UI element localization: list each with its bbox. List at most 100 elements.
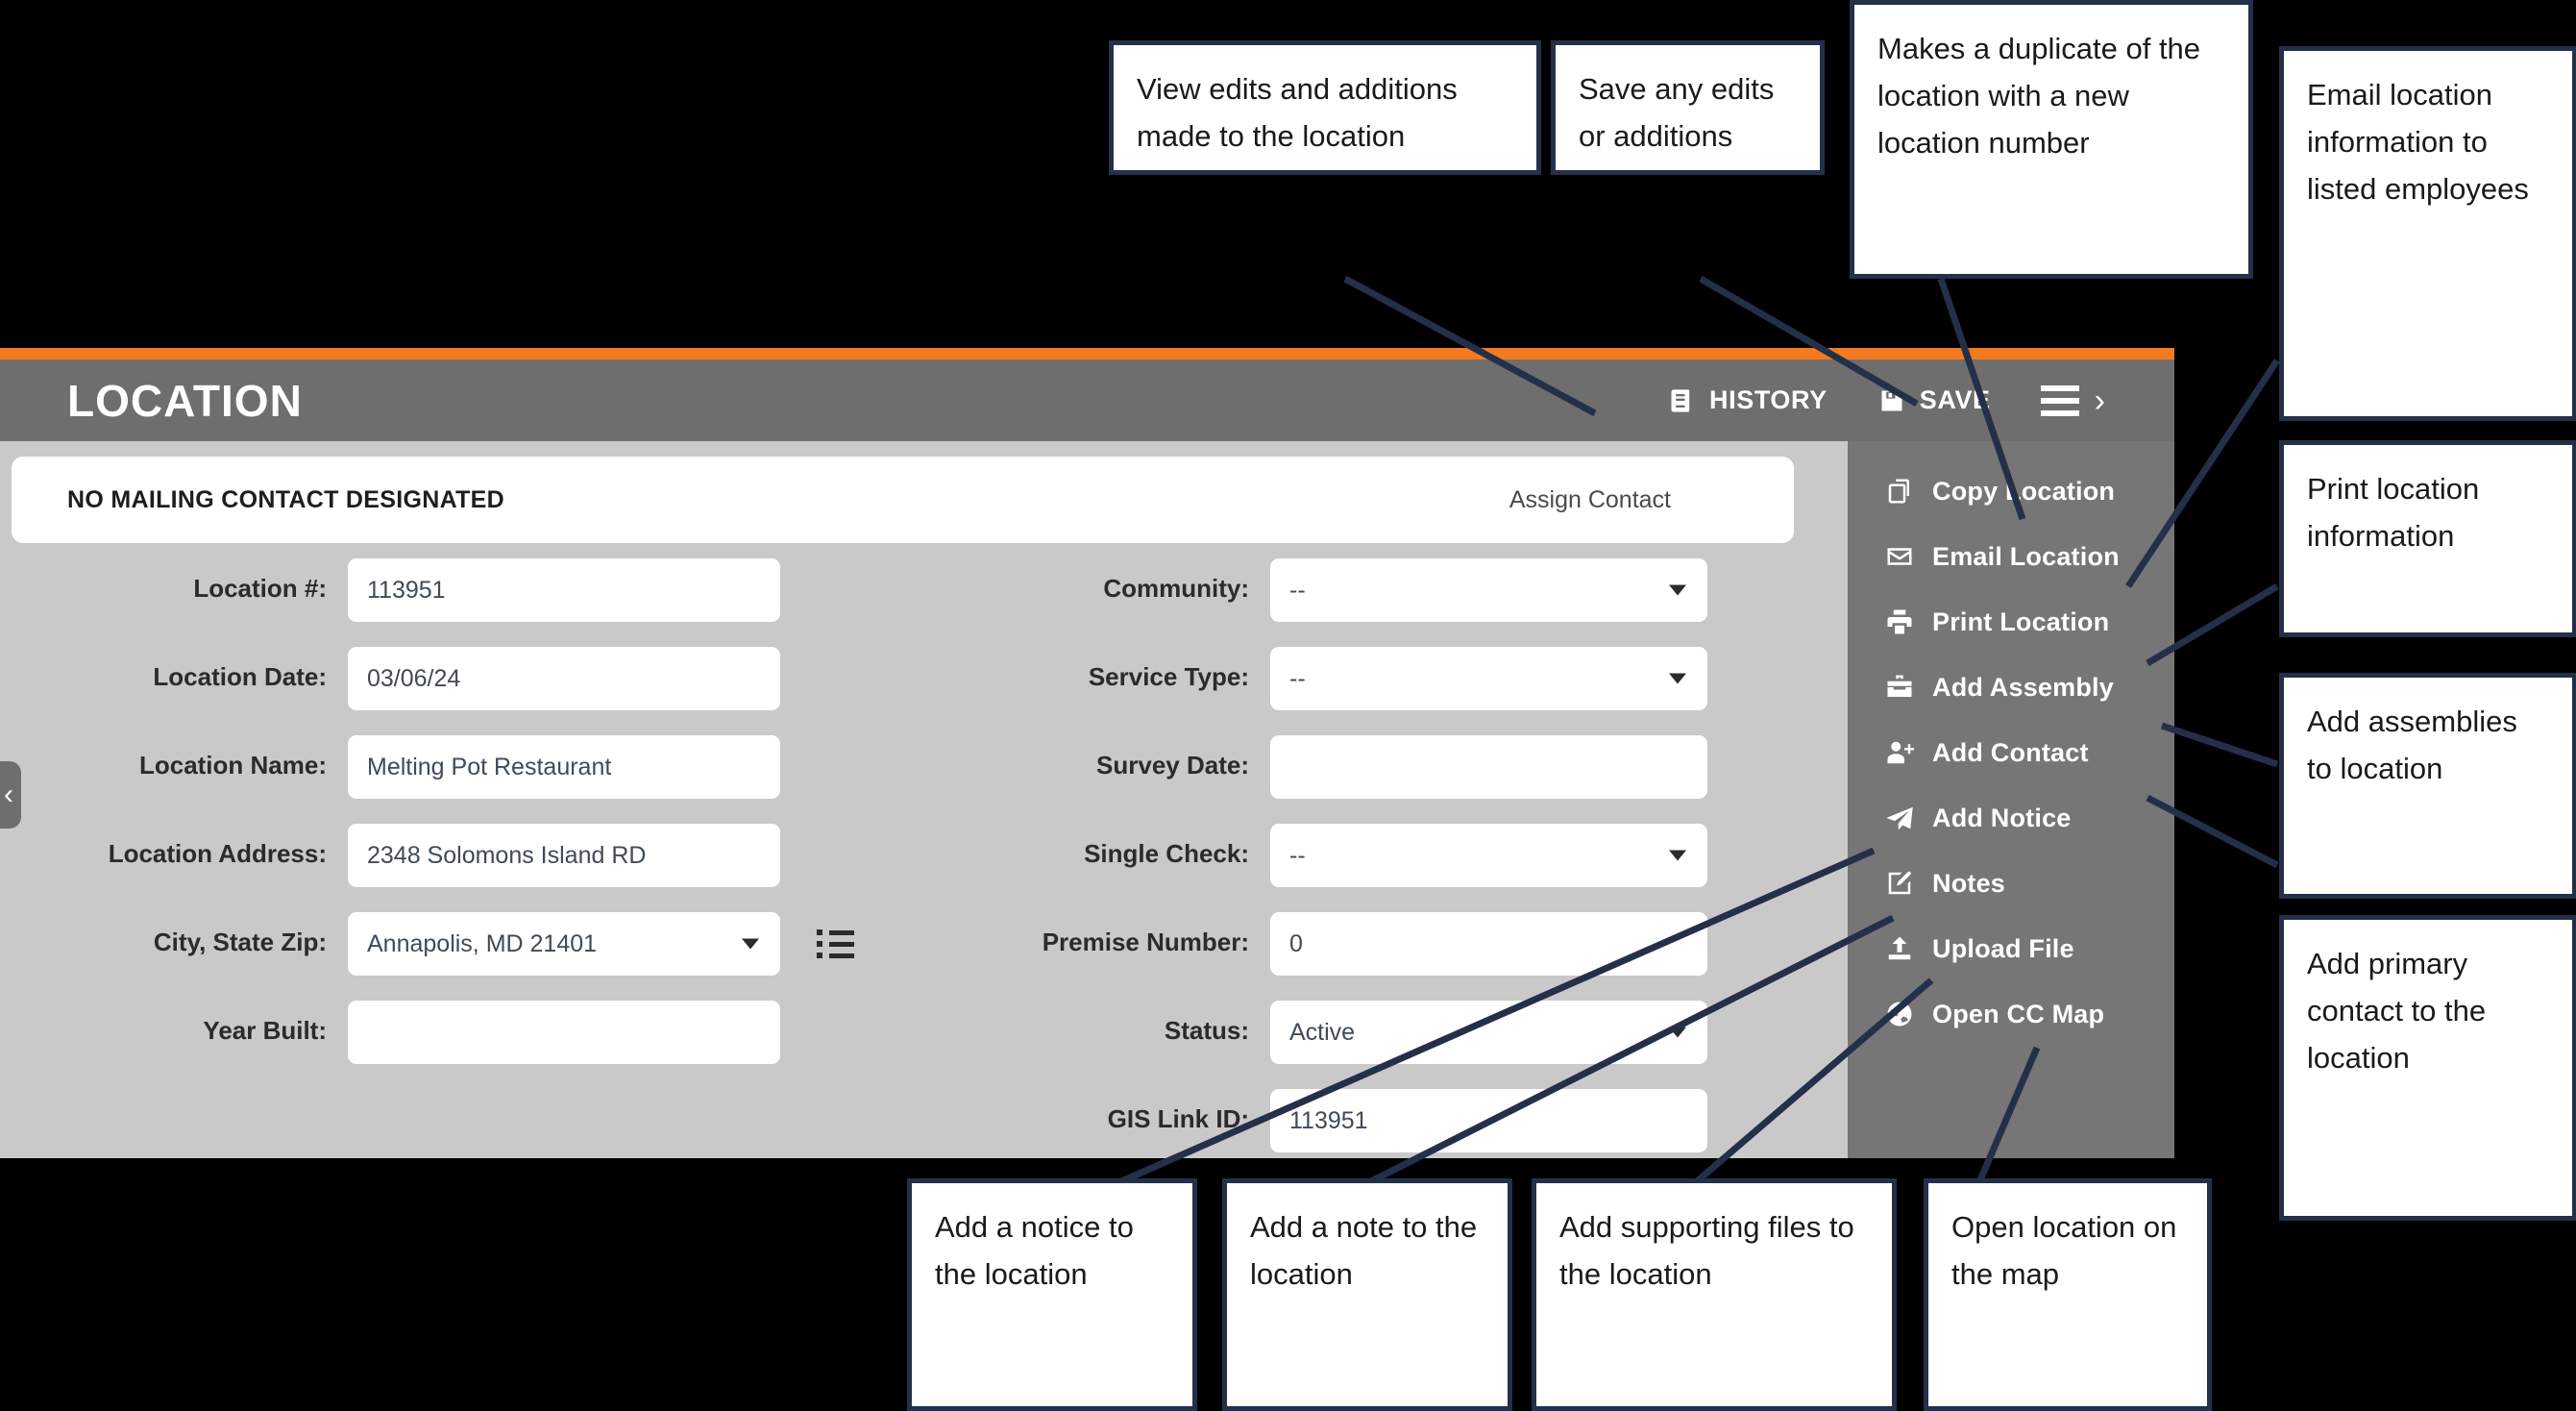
no-mailing-contact-message: NO MAILING CONTACT DESIGNATED xyxy=(67,485,504,513)
chevron-down-icon xyxy=(1669,584,1686,596)
location-name-input[interactable]: Melting Pot Restaurant xyxy=(348,735,780,799)
form-column-right: Community: -- Service Type: -- Survey Da… xyxy=(961,558,1848,1158)
field-control[interactable]: -- xyxy=(1270,558,1707,622)
printer-icon xyxy=(1884,606,1915,637)
field-control[interactable]: 113951 xyxy=(348,558,780,622)
list-lookup-icon[interactable] xyxy=(817,929,854,958)
callout-upload-file: Add supporting files to the location xyxy=(1532,1178,1897,1411)
chevron-left-icon: ‹ xyxy=(4,779,13,810)
city-state-zip-select[interactable]: Annapolis, MD 21401 xyxy=(348,912,780,976)
action-label: Email Location xyxy=(1932,541,2120,571)
sidebar-collapse-handle[interactable]: ‹ xyxy=(0,761,21,829)
survey-date-input[interactable] xyxy=(1270,735,1707,799)
field-location-date: Location Date: 03/06/24 xyxy=(0,647,884,735)
copy-icon xyxy=(1884,476,1915,507)
toolbox-icon xyxy=(1884,672,1915,703)
field-location-number: Location #: 113951 xyxy=(0,558,884,647)
field-premise-number: Premise Number: 0 xyxy=(961,912,1848,1001)
field-control[interactable]: 03/06/24 xyxy=(348,647,780,710)
field-control[interactable]: -- xyxy=(1270,824,1707,887)
field-year-built: Year Built: xyxy=(0,1001,884,1089)
field-service-type: Service Type: -- xyxy=(961,647,1848,735)
action-label: Open CC Map xyxy=(1932,999,2105,1028)
field-label: Survey Date: xyxy=(1096,751,1249,780)
field-survey-date: Survey Date: xyxy=(961,735,1848,824)
callout-save: Save any edits or additions xyxy=(1551,40,1825,175)
field-label: GIS Link ID: xyxy=(1107,1104,1249,1133)
field-label: Location Name: xyxy=(138,751,327,780)
single-check-select[interactable]: -- xyxy=(1270,824,1707,887)
save-label: SAVE xyxy=(1919,385,1991,414)
field-control[interactable]: 113951 xyxy=(1270,1089,1707,1152)
page-title: LOCATION xyxy=(67,375,303,426)
action-upload-file[interactable]: Upload File xyxy=(1848,916,2174,981)
save-disk-icon xyxy=(1877,386,1906,415)
assign-contact-link[interactable]: Assign Contact xyxy=(1509,486,1671,514)
callout-add-notice: Add a notice to the location xyxy=(907,1178,1197,1411)
action-notes[interactable]: Notes xyxy=(1848,851,2174,916)
field-label: Premise Number: xyxy=(1042,928,1249,956)
action-add-contact[interactable]: Add Contact xyxy=(1848,720,2174,785)
location-number-input[interactable]: 113951 xyxy=(348,558,780,622)
callout-history: View edits and additions made to the loc… xyxy=(1109,40,1541,175)
save-button[interactable]: SAVE xyxy=(1877,385,1991,415)
premise-number-input[interactable]: 0 xyxy=(1270,912,1707,976)
field-control[interactable]: Melting Pot Restaurant xyxy=(348,735,780,799)
service-type-select[interactable]: -- xyxy=(1270,647,1707,710)
menu-toggle-button[interactable]: › xyxy=(2040,384,2105,417)
field-label: Service Type: xyxy=(1088,662,1249,691)
form-column-left: Location #: 113951 Location Date: 03/06/… xyxy=(0,558,884,1089)
upload-icon xyxy=(1884,933,1915,964)
hamburger-icon xyxy=(2040,384,2079,416)
field-label: Location Address: xyxy=(108,839,327,868)
field-location-name: Location Name: Melting Pot Restaurant xyxy=(0,735,884,824)
field-single-check: Single Check: -- xyxy=(961,824,1848,912)
action-label: Upload File xyxy=(1932,933,2074,963)
paper-plane-icon xyxy=(1884,803,1915,833)
field-control[interactable] xyxy=(348,1001,780,1064)
history-button[interactable]: HISTORY xyxy=(1667,385,1828,415)
field-control[interactable]: 0 xyxy=(1270,912,1707,976)
user-plus-icon xyxy=(1884,737,1915,768)
action-copy-location[interactable]: Copy Location xyxy=(1848,458,2174,524)
field-label: Community: xyxy=(1103,574,1249,603)
field-control[interactable]: -- xyxy=(1270,647,1707,710)
pencil-square-icon xyxy=(1884,868,1915,899)
action-label: Notes xyxy=(1932,868,2006,898)
field-status: Status: Active xyxy=(961,1001,1848,1089)
field-control[interactable]: Annapolis, MD 21401 xyxy=(348,912,780,976)
field-control[interactable]: Active xyxy=(1270,1001,1707,1064)
field-control[interactable]: 2348 Solomons Island RD xyxy=(348,824,780,887)
field-location-address: Location Address: 2348 Solomons Island R… xyxy=(0,824,884,912)
callout-open-map: Open location on the map xyxy=(1924,1178,2212,1411)
year-built-input[interactable] xyxy=(348,1001,780,1064)
action-open-cc-map[interactable]: Open CC Map xyxy=(1848,981,2174,1047)
action-email-location[interactable]: Email Location xyxy=(1848,524,2174,589)
action-print-location[interactable]: Print Location xyxy=(1848,589,2174,655)
action-add-assembly[interactable]: Add Assembly xyxy=(1848,655,2174,720)
field-label: Year Built: xyxy=(203,1016,327,1045)
chevron-down-icon xyxy=(1669,1027,1686,1038)
chevron-down-icon xyxy=(742,938,759,950)
action-label: Add Notice xyxy=(1932,803,2072,832)
field-community: Community: -- xyxy=(961,558,1848,647)
location-form: Location #: 113951 Location Date: 03/06/… xyxy=(0,558,1848,1158)
action-label: Print Location xyxy=(1932,606,2110,636)
action-add-notice[interactable]: Add Notice xyxy=(1848,785,2174,851)
titlebar-actions: HISTORY SAVE › xyxy=(1667,384,2174,417)
community-select[interactable]: -- xyxy=(1270,558,1707,622)
field-label: City, State Zip: xyxy=(153,928,327,956)
chevron-down-icon xyxy=(1669,850,1686,861)
status-select[interactable]: Active xyxy=(1270,1001,1707,1064)
history-label: HISTORY xyxy=(1709,385,1828,414)
app-titlebar: LOCATION HISTORY SAVE › xyxy=(0,359,2174,441)
field-label: Single Check: xyxy=(1084,839,1249,868)
callout-add-assembly: Add assemblies to location xyxy=(2279,673,2576,899)
gis-link-id-input[interactable]: 113951 xyxy=(1270,1089,1707,1152)
location-address-input[interactable]: 2348 Solomons Island RD xyxy=(348,824,780,887)
location-date-input[interactable]: 03/06/24 xyxy=(348,647,780,710)
field-label: Location Date: xyxy=(153,662,327,691)
callout-print-location: Print location information xyxy=(2279,440,2576,637)
field-control[interactable] xyxy=(1270,735,1707,799)
history-book-icon xyxy=(1667,386,1696,415)
